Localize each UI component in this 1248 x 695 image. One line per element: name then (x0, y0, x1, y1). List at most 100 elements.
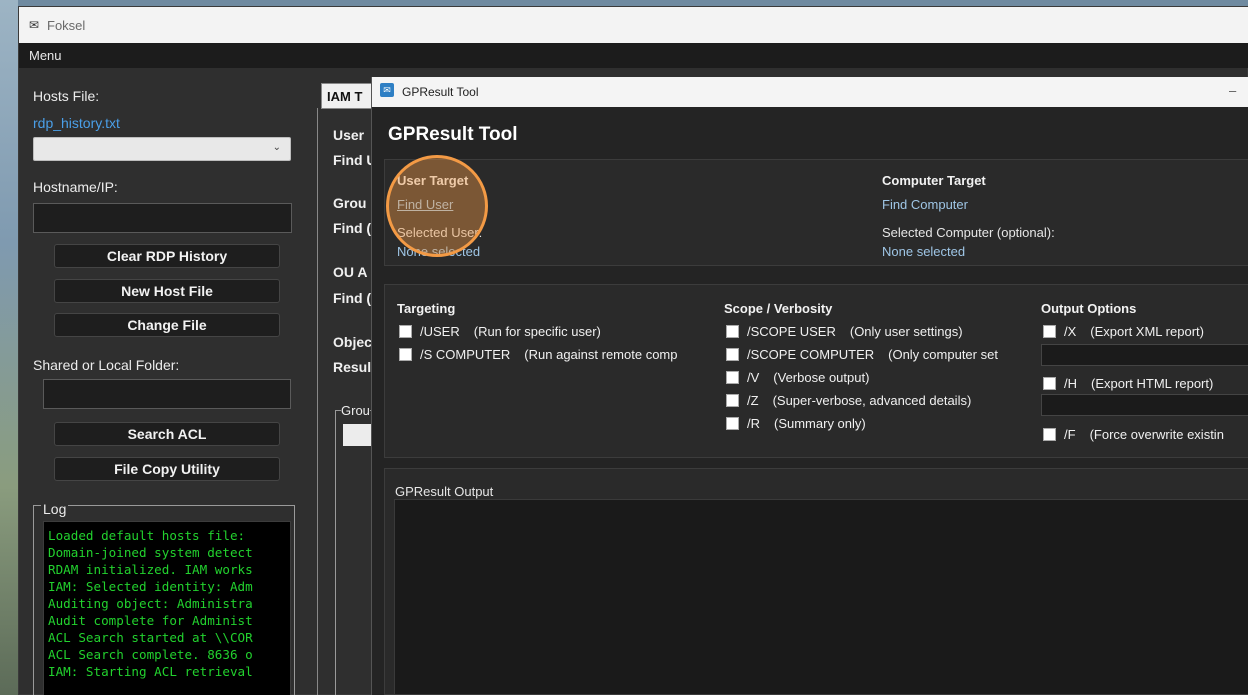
iam-row: User (333, 127, 365, 143)
computer-target-title: Computer Target (882, 173, 986, 188)
option-flag: /USER (420, 324, 460, 339)
option-r[interactable]: /R (Summary only) (726, 416, 866, 431)
log-title: Log (41, 501, 69, 517)
desktop-background (0, 0, 18, 695)
output-options-title: Output Options (1041, 301, 1137, 316)
option-flag: /SCOPE USER (747, 324, 836, 339)
checkbox[interactable] (726, 417, 739, 430)
hosts-file-name: rdp_history.txt (33, 115, 120, 131)
option-x[interactable]: /X (Export XML report) (1043, 324, 1204, 339)
iam-row: Resul (333, 359, 372, 375)
scope-title: Scope / Verbosity (724, 301, 833, 316)
option-desc: (Export XML report) (1090, 324, 1204, 339)
option-desc: (Force overwrite existin (1089, 427, 1224, 442)
menu-item[interactable]: Menu (29, 48, 62, 63)
shared-folder-input[interactable] (43, 379, 291, 409)
checkbox[interactable] (399, 348, 412, 361)
option-flag: /H (1064, 376, 1077, 391)
log-line: ACL Search complete. 8636 o (48, 647, 253, 662)
dialog-title-bar: ✉ GPResult Tool – (372, 77, 1248, 107)
chevron-down-icon: ⌄ (272, 142, 281, 153)
option-flag: /Z (747, 393, 759, 408)
option-desc: (Run for specific user) (473, 324, 601, 339)
log-line: IAM: Starting ACL retrieval (48, 664, 253, 679)
option-flag: /S COMPUTER (420, 347, 511, 362)
targeting-title: Targeting (397, 301, 456, 316)
checkbox[interactable] (726, 348, 739, 361)
option-desc: (Run against remote comp (524, 347, 678, 362)
option-flag: /F (1064, 427, 1076, 442)
gpresult-dialog: ✉ GPResult Tool – GPResult Tool User Tar… (371, 77, 1248, 695)
option-scope-computer[interactable]: /SCOPE COMPUTER (Only computer set (726, 347, 998, 362)
option-desc: (Verbose output) (773, 370, 870, 385)
option-v[interactable]: /V (Verbose output) (726, 370, 869, 385)
checkbox[interactable] (1043, 377, 1056, 390)
option-h[interactable]: /H (Export HTML report) (1043, 376, 1213, 391)
option-flag: /X (1064, 324, 1077, 339)
clear-rdp-history-button[interactable]: Clear RDP History (54, 244, 280, 268)
dialog-heading: GPResult Tool (388, 124, 518, 145)
minimize-button[interactable]: – (1229, 83, 1236, 98)
option-desc: (Only user settings) (849, 324, 963, 339)
hostname-label: Hostname/IP: (33, 179, 118, 195)
app-icon: ✉ (380, 83, 394, 97)
option-user[interactable]: /USER (Run for specific user) (399, 324, 601, 339)
iam-row[interactable]: Find U (333, 152, 377, 168)
output-title: GPResult Output (395, 484, 494, 499)
new-host-file-button[interactable]: New Host File (54, 279, 280, 303)
click-highlight (386, 155, 488, 257)
hosts-file-label: Hosts File: (33, 88, 100, 104)
option-desc: (Summary only) (774, 416, 866, 431)
log-line: IAM: Selected identity: Adm (48, 579, 253, 594)
menu-bar: Menu (19, 43, 1248, 68)
checkbox[interactable] (1043, 325, 1056, 338)
log-line: Auditing object: Administra (48, 596, 253, 611)
iam-group-label: Grou (341, 403, 370, 418)
html-path-input[interactable] (1041, 394, 1248, 416)
option-desc: (Only computer set (888, 347, 998, 362)
output-textarea[interactable] (394, 499, 1248, 695)
iam-row: Grou (333, 195, 367, 211)
option-z[interactable]: /Z (Super-verbose, advanced details) (726, 393, 971, 408)
iam-row: Objec (333, 334, 372, 350)
log-line: Domain-joined system detect (48, 545, 253, 560)
window-title: Foksel (47, 18, 86, 33)
iam-row[interactable]: Find ( (333, 290, 371, 306)
targets-group (384, 159, 1248, 266)
xml-path-input[interactable] (1041, 344, 1248, 366)
search-acl-button[interactable]: Search ACL (54, 422, 280, 446)
checkbox[interactable] (399, 325, 412, 338)
iam-row: OU A (333, 264, 368, 280)
log-output[interactable]: Loaded default hosts file: Domain-joined… (43, 521, 291, 695)
iam-row[interactable]: Find ( (333, 220, 371, 236)
iam-group-box (335, 410, 372, 695)
file-copy-utility-button[interactable]: File Copy Utility (54, 457, 280, 481)
option-flag: /SCOPE COMPUTER (747, 347, 875, 362)
option-scope-user[interactable]: /SCOPE USER (Only user settings) (726, 324, 963, 339)
iam-group-field[interactable] (343, 424, 372, 446)
log-line: RDAM initialized. IAM works (48, 562, 253, 577)
change-file-button[interactable]: Change File (54, 313, 280, 337)
option-flag: /R (747, 416, 760, 431)
selected-computer-label: Selected Computer (optional): (882, 225, 1055, 240)
option-desc: (Super-verbose, advanced details) (772, 393, 972, 408)
find-computer-link[interactable]: Find Computer (882, 197, 968, 212)
dialog-title: GPResult Tool (402, 85, 479, 99)
checkbox[interactable] (726, 325, 739, 338)
app-icon: ✉ (29, 18, 40, 32)
option-flag: /V (747, 370, 760, 385)
hostname-input[interactable] (33, 203, 292, 233)
option-desc: (Export HTML report) (1091, 376, 1214, 391)
log-line: ACL Search started at \\COR (48, 630, 253, 645)
checkbox[interactable] (726, 371, 739, 384)
log-line: Loaded default hosts file: (48, 528, 246, 543)
option-f[interactable]: /F (Force overwrite existin (1043, 427, 1224, 442)
option-s-computer[interactable]: /S COMPUTER (Run against remote comp (399, 347, 677, 362)
log-line: Audit complete for Administ (48, 613, 253, 628)
title-bar: ✉ Foksel (19, 7, 1248, 43)
checkbox[interactable] (726, 394, 739, 407)
hosts-file-dropdown[interactable]: ⌄ (33, 137, 291, 161)
checkbox[interactable] (1043, 428, 1056, 441)
selected-computer-value: None selected (882, 244, 966, 259)
shared-folder-label: Shared or Local Folder: (33, 357, 180, 373)
